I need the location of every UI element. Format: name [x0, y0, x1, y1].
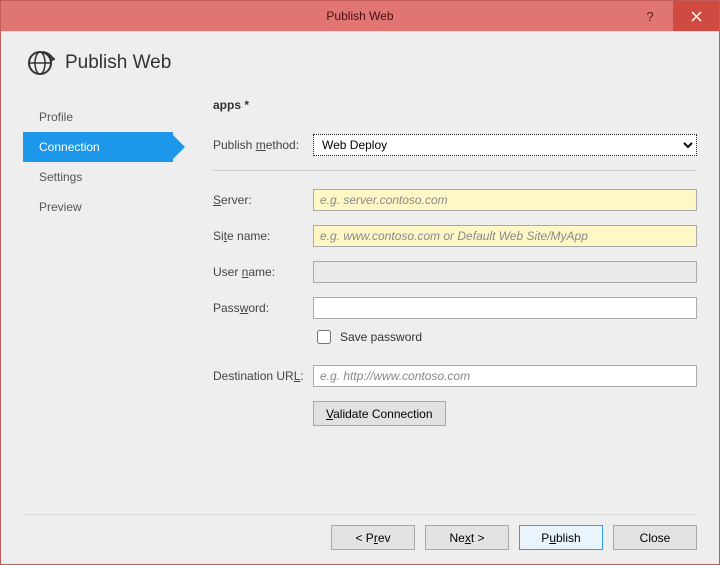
prev-button[interactable]: < Prev: [331, 525, 415, 550]
password-row: Password:: [213, 297, 697, 319]
sidebar-item-preview[interactable]: Preview: [23, 192, 173, 222]
publish-method-row: Publish method: Web Deploy: [213, 134, 697, 156]
destination-url-row: Destination URL:: [213, 365, 697, 387]
section-divider: [213, 170, 697, 171]
publish-button[interactable]: Publish: [519, 525, 603, 550]
site-name-label: Site name:: [213, 229, 313, 243]
close-window-button[interactable]: [673, 1, 719, 31]
server-input[interactable]: [313, 189, 697, 211]
server-label: Server:: [213, 193, 313, 207]
publish-method-select[interactable]: Web Deploy: [313, 134, 697, 156]
content-panel: apps * Publish method: Web Deploy Server…: [173, 96, 697, 514]
save-password-row: Save password: [313, 327, 697, 347]
sidebar-item-label: Profile: [39, 110, 73, 124]
validate-connection-button[interactable]: Validate Connection: [313, 401, 446, 426]
sidebar-item-connection[interactable]: Connection: [23, 132, 173, 162]
window-title: Publish Web: [326, 9, 393, 23]
password-label: Password:: [213, 301, 313, 315]
site-name-row: Site name:: [213, 225, 697, 247]
dialog-window: Publish Web ? Publish Web Pr: [0, 0, 720, 565]
dialog-footer: < Prev Next > Publish Close: [23, 514, 697, 550]
sidebar-item-label: Connection: [39, 140, 100, 154]
server-row: Server:: [213, 189, 697, 211]
user-name-input[interactable]: [313, 261, 697, 283]
destination-url-input[interactable]: [313, 365, 697, 387]
next-button[interactable]: Next >: [425, 525, 509, 550]
save-password-checkbox[interactable]: [317, 330, 331, 344]
sidebar-item-profile[interactable]: Profile: [23, 102, 173, 132]
publish-method-label: Publish method:: [213, 138, 313, 152]
globe-publish-icon: [25, 48, 55, 78]
close-icon: [691, 11, 702, 22]
close-button[interactable]: Close: [613, 525, 697, 550]
main-area: Profile Connection Settings Preview apps…: [23, 96, 697, 514]
dialog-title: Publish Web: [65, 52, 171, 74]
titlebar: Publish Web ?: [1, 1, 719, 31]
dialog-body: Publish Web Profile Connection Settings …: [1, 31, 719, 564]
wizard-sidebar: Profile Connection Settings Preview: [23, 96, 173, 514]
validate-row: Validate Connection: [313, 401, 697, 426]
profile-name: apps *: [213, 98, 697, 112]
help-button[interactable]: ?: [627, 1, 673, 31]
user-name-label: User name:: [213, 265, 313, 279]
dialog-header: Publish Web: [25, 48, 697, 78]
save-password-label: Save password: [340, 330, 422, 344]
sidebar-item-settings[interactable]: Settings: [23, 162, 173, 192]
password-input[interactable]: [313, 297, 697, 319]
window-controls: ?: [627, 1, 719, 31]
sidebar-item-label: Preview: [39, 200, 82, 214]
user-name-row: User name:: [213, 261, 697, 283]
destination-url-label: Destination URL:: [213, 369, 313, 383]
site-name-input[interactable]: [313, 225, 697, 247]
sidebar-item-label: Settings: [39, 170, 82, 184]
